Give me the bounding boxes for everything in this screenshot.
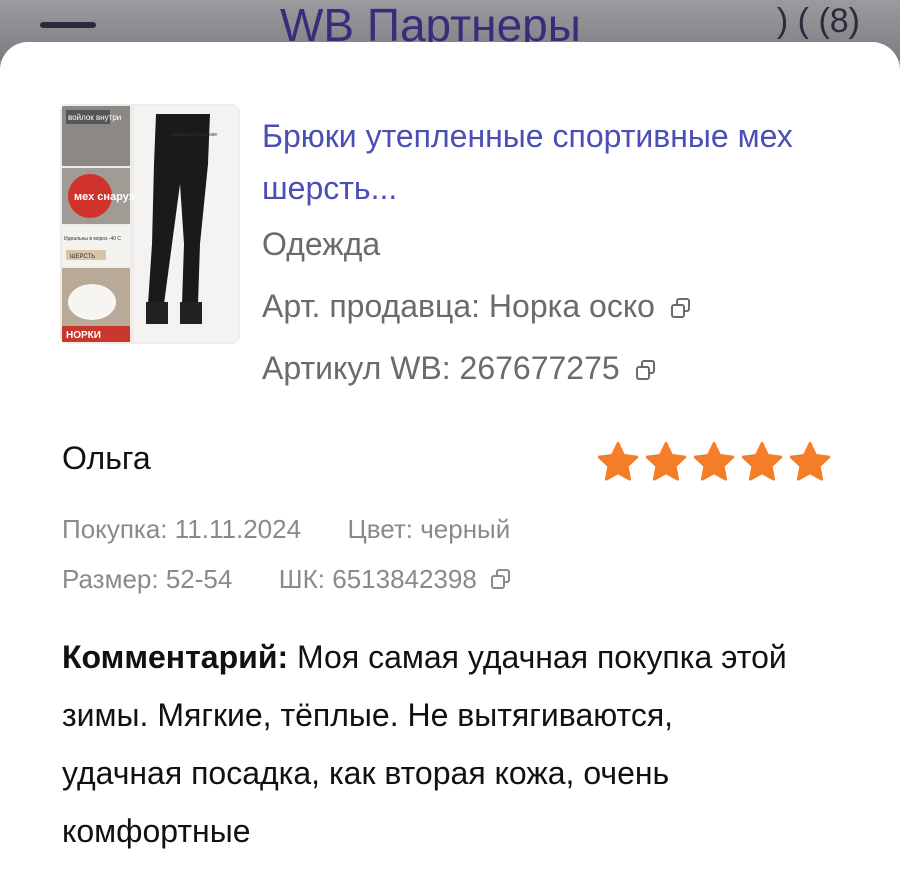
seller-article-row: Арт. продавца: Норка оско [262,288,692,325]
menu-icon[interactable] [40,22,96,28]
seller-article-label: Арт. продавца: [262,288,481,324]
wb-article-value: 267677275 [459,350,620,386]
product-category: Одежда [262,226,381,262]
barcode-value: 6513842398 [332,564,477,594]
copy-icon[interactable] [635,359,657,381]
size-meta-row: Размер: 52-54 ШК: 6513842398 [62,564,512,595]
copy-icon[interactable] [490,568,512,590]
header-icons[interactable]: ) ( (8) [777,2,860,41]
purchase-label: Покупка: [62,514,168,544]
color-label: Цвет: [347,514,413,544]
thumb-label-frost: Идеальны в мороз -40 С [64,236,121,242]
color-value: черный [420,514,511,544]
star-icon [789,441,831,481]
purchase-meta-row: Покупка: 11.11.2024 Цвет: черный [62,514,510,545]
wb-article-row: Артикул WB: 267677275 [262,350,657,387]
thumb-label-felt: войлок внутри [68,113,121,122]
review-card: войлок внутри мех снаружи Идеальны в мор… [0,42,900,872]
review-comment: Комментарий: Моя самая удачная покупка э… [62,628,802,860]
star-icon [645,441,687,481]
star-icon [741,441,783,481]
product-title-link[interactable]: Брюки утепленные спортивные мех шерсть..… [262,110,802,214]
purchase-date: 11.11.2024 [174,514,302,544]
star-icon [597,441,639,481]
star-icon [693,441,735,481]
comment-label: Комментарий: [62,639,289,675]
thumb-label-fur: мех снаружи [74,191,144,203]
copy-icon[interactable] [670,297,692,319]
size-label: Размер: [62,564,159,594]
barcode-label: ШК: [278,564,325,594]
thumb-label-wool: ШЕРСТЬ [70,254,95,260]
rating-stars [596,440,836,489]
product-thumbnail[interactable]: войлок внутри мех снаружи Идеальны в мор… [60,104,240,344]
thumb-label-double: двойное утепление [172,131,217,138]
seller-article-value: Норка оско [488,288,655,324]
reviewer-name: Ольга [62,440,151,476]
thumb-label-mink: НОРКИ [66,330,101,341]
wb-article-label: Артикул WB: [262,350,451,386]
size-value: 52-54 [165,564,233,594]
